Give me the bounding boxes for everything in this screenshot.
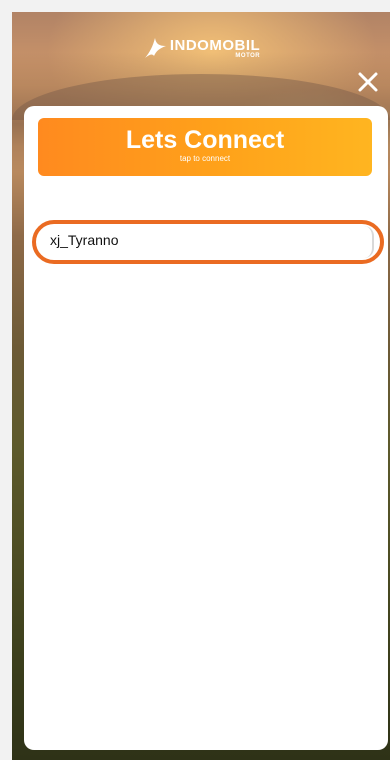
device-name: xj_Tyranno — [50, 232, 119, 248]
device-panel: Lets Connect tap to connect xj_Tyranno — [24, 106, 388, 750]
connect-title: Lets Connect — [125, 126, 285, 154]
device-list-item[interactable]: xj_Tyranno — [32, 220, 384, 264]
close-icon — [358, 72, 378, 92]
brand-name: INDOMOBIL — [169, 37, 261, 54]
app-screen: INDOMOBIL MOTOR Lets Connect tap to conn… — [12, 12, 390, 760]
brand-logo: INDOMOBIL MOTOR — [12, 34, 390, 65]
close-button[interactable] — [356, 70, 380, 94]
connect-button[interactable]: Lets Connect tap to connect — [38, 118, 372, 176]
connect-subtitle: tap to connect — [179, 154, 231, 163]
brand-sub: MOTOR — [235, 53, 261, 59]
swoosh-icon — [142, 34, 168, 60]
